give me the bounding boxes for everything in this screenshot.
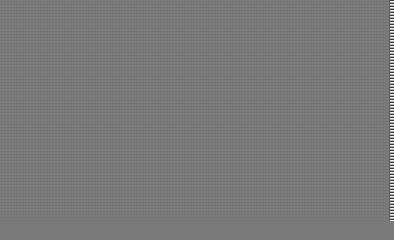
blank-screen — [0, 0, 394, 221]
right-edge-strip — [390, 0, 394, 221]
